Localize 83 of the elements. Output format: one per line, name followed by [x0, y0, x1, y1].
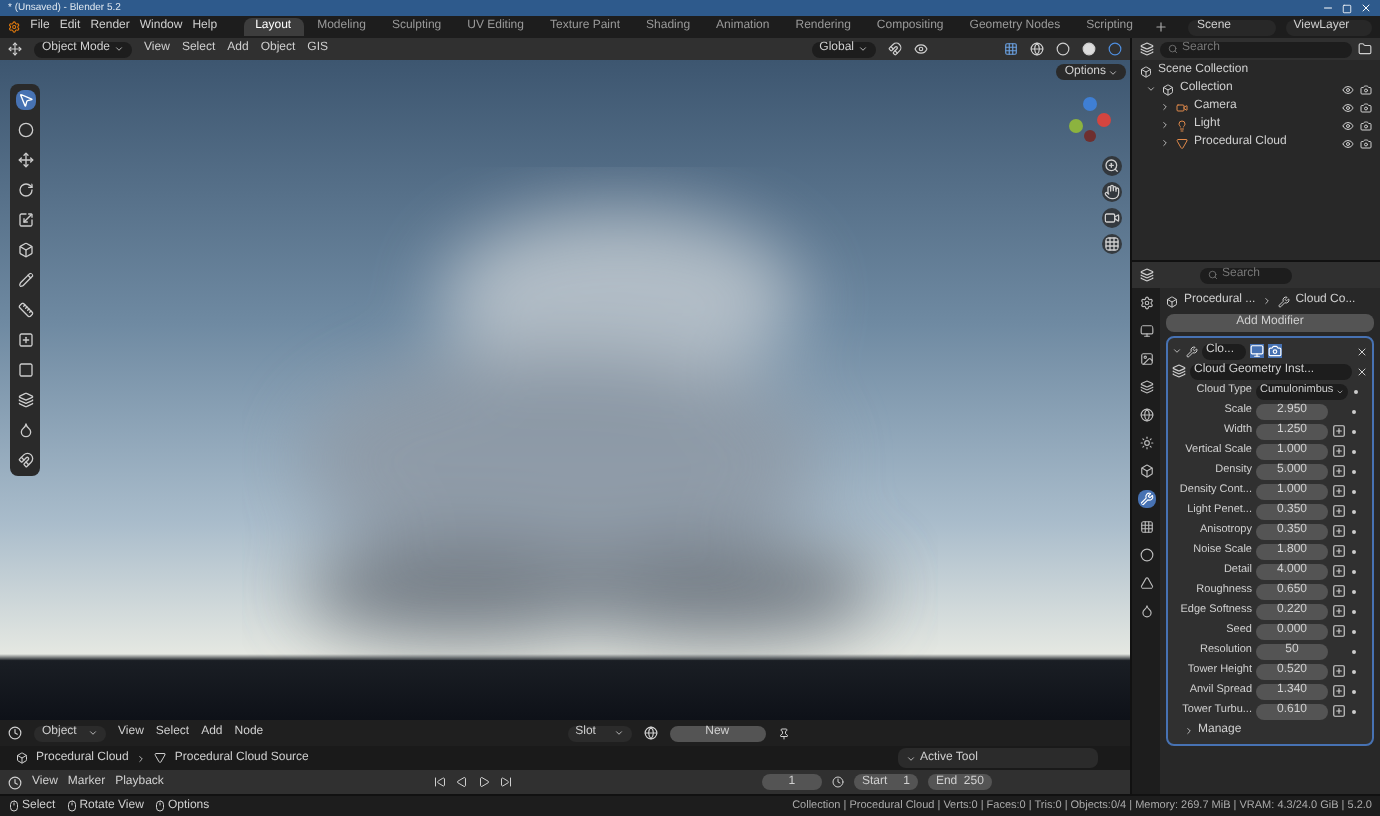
- search-icon: [1168, 44, 1178, 54]
- pin-icon[interactable]: [777, 727, 790, 739]
- grid-icon[interactable]: [1137, 518, 1155, 536]
- video-camera-icon: [1176, 101, 1188, 113]
- expand-icon[interactable]: [1160, 102, 1170, 112]
- globe-icon[interactable]: [1030, 42, 1044, 56]
- lightbulb-icon: [1176, 119, 1188, 131]
- add-workspace-icon[interactable]: [1154, 20, 1169, 34]
- caret-icon: [858, 44, 868, 54]
- scale-icon[interactable]: [15, 210, 35, 230]
- cube-icon[interactable]: [15, 240, 35, 260]
- settings-icon[interactable]: [1137, 294, 1155, 312]
- close-icon[interactable]: [1356, 365, 1368, 377]
- caret-icon: [906, 753, 916, 763]
- skip-back-icon[interactable]: [433, 776, 446, 788]
- magnet-icon[interactable]: [888, 42, 902, 56]
- maximize-icon[interactable]: [1342, 3, 1352, 13]
- drop-icon[interactable]: [1137, 602, 1155, 620]
- mouse-icon: [8, 800, 20, 812]
- search-icon: [1208, 270, 1218, 280]
- eye-icon[interactable]: [914, 42, 928, 56]
- grid-icon[interactable]: [1102, 234, 1122, 254]
- square-icon[interactable]: [15, 360, 35, 380]
- expand-icon[interactable]: [1184, 726, 1194, 736]
- object-icon: [16, 752, 28, 764]
- mouse-icon: [65, 800, 78, 812]
- expand-icon[interactable]: [1172, 346, 1182, 356]
- camera-icon[interactable]: [1360, 119, 1372, 131]
- layers-icon[interactable]: [1137, 378, 1155, 396]
- eye-icon[interactable]: [1342, 137, 1354, 149]
- hand-icon[interactable]: [1102, 182, 1122, 202]
- cursor-icon[interactable]: [15, 90, 35, 110]
- skip-forward-icon[interactable]: [499, 776, 512, 788]
- chevron-icon: [136, 753, 147, 763]
- clock-icon[interactable]: [8, 775, 22, 789]
- folder-icon[interactable]: [1358, 42, 1372, 56]
- pencil-icon[interactable]: [15, 270, 35, 290]
- zoom-icon[interactable]: [1102, 156, 1122, 176]
- triangle-icon[interactable]: [1137, 574, 1155, 592]
- object-icon: [1166, 295, 1178, 307]
- camera-icon[interactable]: [1102, 208, 1122, 228]
- caret-icon: [114, 44, 125, 54]
- eye-icon[interactable]: [1342, 83, 1354, 95]
- circle-icon[interactable]: [15, 120, 35, 140]
- collection-icon: [1162, 83, 1174, 95]
- wrench-icon[interactable]: [1137, 490, 1155, 508]
- monitor-icon[interactable]: [1250, 344, 1264, 358]
- drop-icon[interactable]: [15, 420, 35, 440]
- chevron-icon: [1261, 296, 1272, 306]
- wrench-icon: [1277, 295, 1290, 307]
- logo-icon[interactable]: [8, 20, 21, 34]
- stopwatch-icon[interactable]: [831, 776, 844, 788]
- triangle-icon: [154, 752, 167, 764]
- expand-icon[interactable]: [1146, 84, 1156, 94]
- expand-icon[interactable]: [1160, 138, 1170, 148]
- eye-icon[interactable]: [1342, 119, 1354, 131]
- caret-icon: [1108, 67, 1118, 77]
- cube-icon[interactable]: [1137, 462, 1155, 480]
- camera-icon[interactable]: [1360, 101, 1372, 113]
- mouse-icon: [153, 800, 166, 812]
- layers-icon[interactable]: [15, 390, 35, 410]
- eye-icon[interactable]: [1342, 101, 1354, 113]
- axis-gizmo-drawing: [1066, 96, 1114, 144]
- caret-icon: [613, 728, 624, 738]
- caret-icon: [88, 728, 98, 738]
- minimize-icon[interactable]: [1322, 2, 1334, 14]
- collection-icon: [1140, 65, 1152, 77]
- camera-icon[interactable]: [1360, 137, 1372, 149]
- magnet-icon[interactable]: [15, 450, 35, 470]
- image-icon[interactable]: [1137, 350, 1155, 368]
- ruler-icon[interactable]: [15, 300, 35, 320]
- grid-icon[interactable]: [1004, 42, 1018, 56]
- rotate-icon[interactable]: [15, 180, 35, 200]
- triangle-icon: [1176, 137, 1188, 149]
- move-icon[interactable]: [15, 150, 35, 170]
- circle-icon[interactable]: [1137, 546, 1155, 564]
- monitor-icon[interactable]: [1137, 322, 1155, 340]
- camera-icon[interactable]: [1360, 83, 1372, 95]
- globe-icon[interactable]: [643, 726, 658, 740]
- expand-icon[interactable]: [1160, 120, 1170, 130]
- globe-icon[interactable]: [1137, 406, 1155, 424]
- close-icon[interactable]: [1356, 345, 1368, 357]
- wrench-icon: [1186, 345, 1198, 357]
